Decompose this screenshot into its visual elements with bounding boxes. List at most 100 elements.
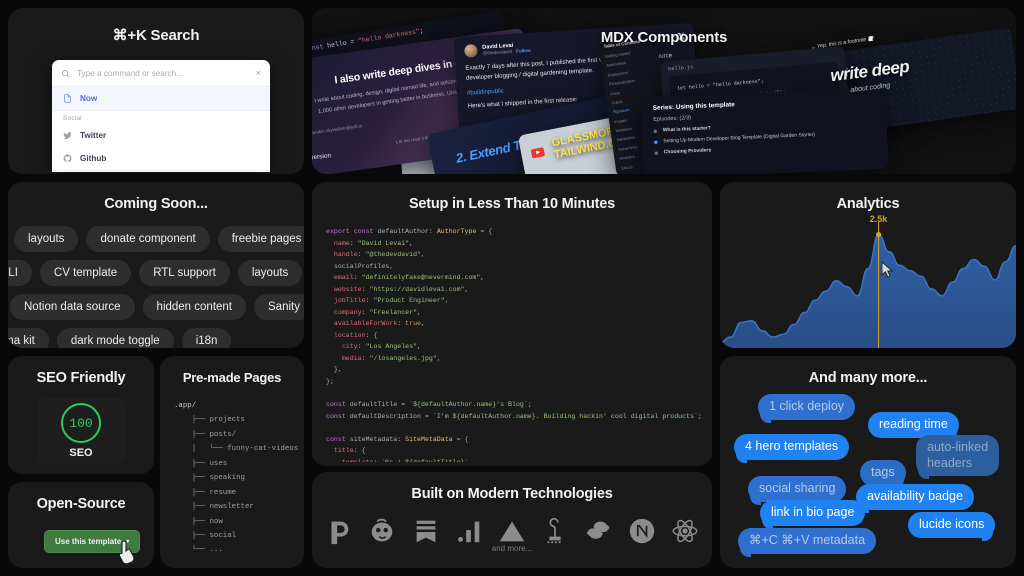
panel-title-analytics: Analytics [836,196,900,212]
analytics-area-chart[interactable] [720,222,1016,348]
search-icon [61,69,70,78]
panel-title-tech: Built on Modern Technologies [411,486,613,502]
code-token: : [361,354,370,362]
tag-item[interactable]: Sanity [254,294,304,320]
code-token: name [333,239,350,247]
code-token: : [365,297,374,305]
feature-bubble[interactable]: lucide icons [908,512,996,541]
command-group-social: Social [52,110,270,124]
feature-bubble[interactable]: availability badge [856,484,974,513]
command-item-now[interactable]: Now [52,87,270,110]
code-token: company [333,308,362,316]
code-token: : [353,274,362,282]
feature-bubble[interactable]: auto-linked headers [916,435,1000,480]
panel-open-source: Open-Source Use this template ▾ [8,482,154,568]
code-token: const [353,228,378,235]
feature-bubble[interactable]: 1 click deploy [758,394,856,423]
code-token: ; [697,412,702,420]
code-token: : [357,343,366,351]
tag-item[interactable]: dark mode toggle [56,328,174,348]
panel-title-many-more: And many more... [808,370,928,386]
tag-item[interactable]: CLI [8,260,32,286]
code-token: `${defaultAuthor.name}'s Blog` [409,400,528,408]
command-item-label: Twitter [80,131,107,140]
command-item-twitter[interactable]: Twitter [52,124,270,147]
code-token: defaultTitle = [349,400,410,408]
code-token: "David Levai" [357,239,410,247]
file-tree: .app/ ├── projects ├── posts/ │ └── funn… [160,399,304,558]
code-token: `I'm ${defaultAuthor.name}. Building hac… [432,412,698,420]
tag-item[interactable]: hidden content [142,294,246,320]
feature-bubble[interactable]: link in bio page [760,500,866,529]
tailwind-icon[interactable] [584,516,614,546]
code-token: siteMetadata [349,435,398,443]
code-token: email [333,274,354,282]
feature-bubble-cloud: 1 click deploy reading time auto-linked he… [720,390,1016,568]
command-palette-search-row[interactable]: Type a command or search... × [52,60,270,87]
contentlayer-icon[interactable] [411,516,441,546]
tag-item[interactable]: Notion data source [10,294,135,320]
feature-bubble[interactable]: social sharing [748,476,847,505]
seo-score-ring: 100 [61,403,101,443]
panel-seo-friendly: SEO Friendly 100 SEO [8,356,154,474]
panel-title-pages: Pre-made Pages [182,370,282,385]
code-token: "Freelancer" [369,308,418,316]
tag-row: CLI CV template RTL support layouts [8,260,304,286]
feature-bubble[interactable]: 4 hero templates [734,434,850,463]
panel-technologies: Built on Modern Technologies and more... [312,472,712,568]
code-token: : [361,285,370,293]
file-icon [63,94,72,103]
seo-score-label: SEO [69,447,93,459]
close-icon[interactable]: × [256,68,261,78]
tweet-follow-link[interactable]: Follow [516,48,531,54]
code-token: : [361,308,370,316]
tweet-handle-text: @thedevdavid · [482,48,515,56]
use-this-template-label: Use this template [55,537,122,546]
code-token: : [428,228,437,235]
code-token: "/losangeles.jpg" [369,354,437,362]
code-token: handle [333,251,358,259]
command-palette[interactable]: Type a command or search... × Now Social… [52,60,270,172]
tag-item[interactable]: donate component [86,226,210,252]
code-token: location [333,331,366,339]
tag-item[interactable]: figma kit [8,328,49,348]
code-token: city [341,343,358,351]
react-icon[interactable] [670,516,700,546]
command-item-label: Github [80,154,107,163]
code-token: defaultAuthor [377,228,429,235]
feature-bubble[interactable]: reading time [868,412,959,441]
twitter-icon [63,131,72,140]
code-token: "@thedevdavid" [365,251,421,259]
nextjs-icon[interactable] [627,516,657,546]
vercel-icon[interactable] [497,516,527,546]
tag-item[interactable]: layouts [14,226,79,252]
panel-cmdk-search: ⌘+K Search Type a command or search... ×… [8,8,304,174]
code-token: website [333,285,362,293]
tag-item[interactable]: layouts [237,260,303,286]
tag-item[interactable]: i18n [181,328,232,348]
panel-many-more: And many more... 1 click deploy reading t… [720,356,1016,568]
feature-bubble[interactable]: ⌘+C ⌘+V metadata [738,528,877,557]
code-token: : [397,320,406,328]
hand-pointer-cursor-icon [118,540,135,564]
code-token: title [333,447,354,455]
panel-mdx-components: MDX Components const hello = "hello dark… [312,8,1016,174]
file-tree-root: .app/ [174,402,197,410]
tag-row: Notion data source hidden content Sanity [10,294,304,320]
feature-bubble[interactable]: tags [860,460,906,489]
code-token: const [326,400,350,408]
code-token: "definitelyfake@nevermind.com" [361,274,481,282]
code-token: "Product Engineer" [373,297,445,305]
giscus-icon[interactable] [540,516,570,546]
mouse-cursor-icon [881,260,893,278]
tag-item[interactable]: freebie pages [217,226,304,252]
tag-item[interactable]: CV template [39,260,132,286]
command-item-github[interactable]: Github [52,147,270,170]
mailchimp-icon[interactable] [367,516,397,546]
search-input-placeholder[interactable]: Type a command or search... [77,69,249,78]
plausible-icon[interactable] [324,516,354,546]
tag-item[interactable]: RTL support [139,260,230,286]
umami-icon[interactable] [454,516,484,546]
chart-marker-dot[interactable] [875,231,882,238]
panel-coming-soon: Coming Soon... layouts donate component … [8,182,304,348]
